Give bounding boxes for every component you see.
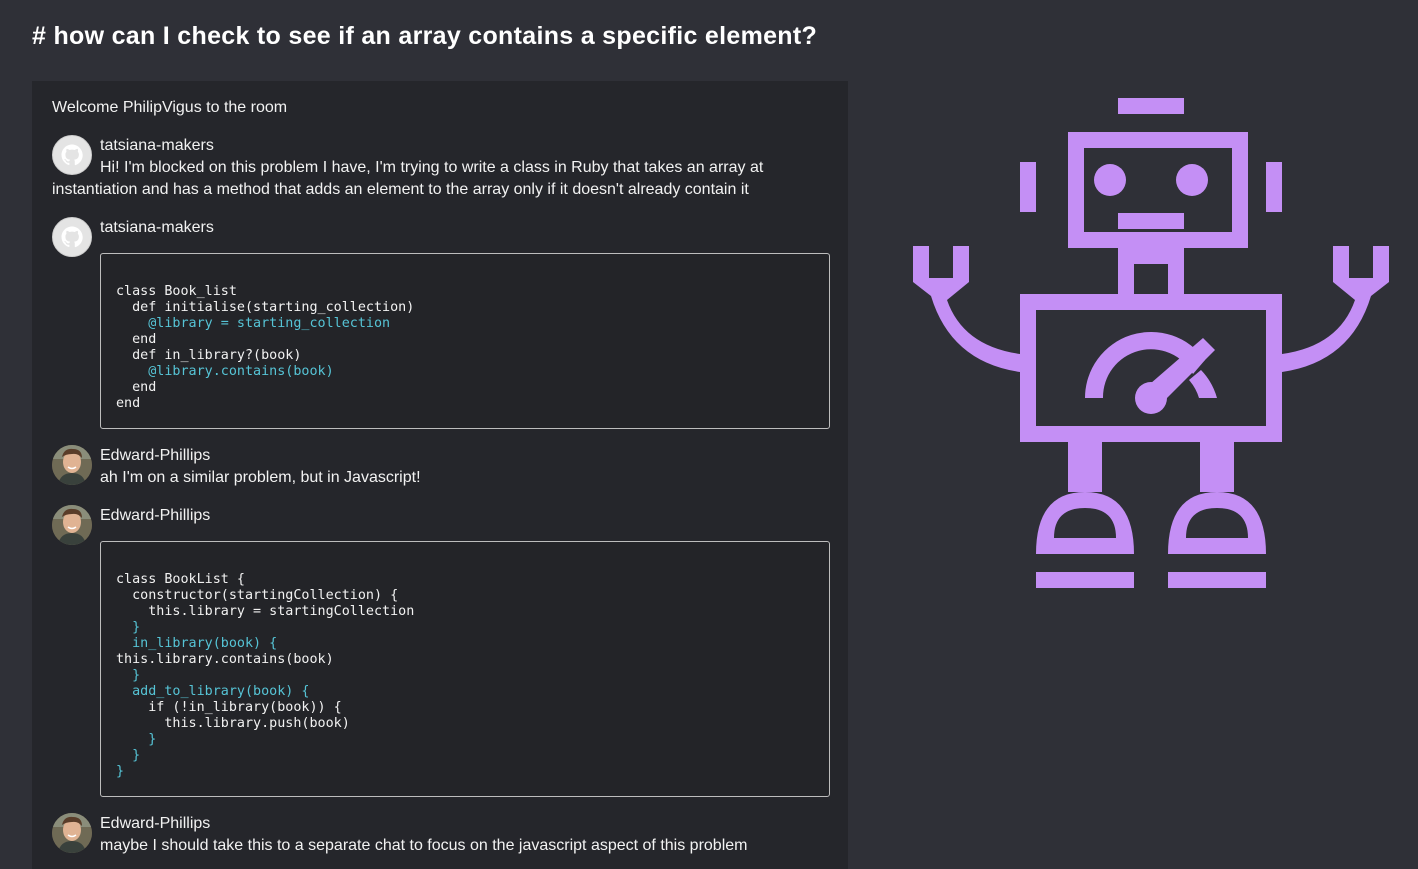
message-author[interactable]: Edward-Phillips <box>100 505 210 527</box>
message-text: ah I'm on a similar problem, but in Java… <box>100 469 421 486</box>
user-photo <box>52 445 92 485</box>
avatar[interactable] <box>52 813 92 853</box>
message-text: Hi! I'm blocked on this problem I have, … <box>52 159 764 198</box>
message-text: maybe I should take this to a separate c… <box>100 837 748 854</box>
avatar[interactable] <box>52 505 92 545</box>
message-author[interactable]: tatsiana-makers <box>100 217 214 239</box>
github-icon <box>61 226 83 248</box>
room-title: # how can I check to see if an array con… <box>32 22 818 50</box>
message-author[interactable]: tatsiana-makers <box>100 135 214 157</box>
code-block[interactable]: class BookList { constructor(startingCol… <box>100 541 830 797</box>
code-content: class BookList { constructor(startingCol… <box>116 572 415 779</box>
code-block[interactable]: class Book_list def initialise(starting_… <box>100 253 830 429</box>
welcome-message: Welcome PhilipVigus to the room <box>52 99 288 116</box>
user-photo <box>52 813 92 853</box>
code-content: class Book_list def initialise(starting_… <box>116 284 415 411</box>
avatar[interactable] <box>52 217 92 257</box>
chat-panel[interactable]: Welcome PhilipVigus to the room tatsiana… <box>32 81 848 869</box>
user-photo <box>52 505 92 545</box>
message-author[interactable]: Edward-Phillips <box>100 445 210 467</box>
robot-icon <box>913 98 1389 588</box>
avatar[interactable] <box>52 445 92 485</box>
message-author[interactable]: Edward-Phillips <box>100 813 210 835</box>
